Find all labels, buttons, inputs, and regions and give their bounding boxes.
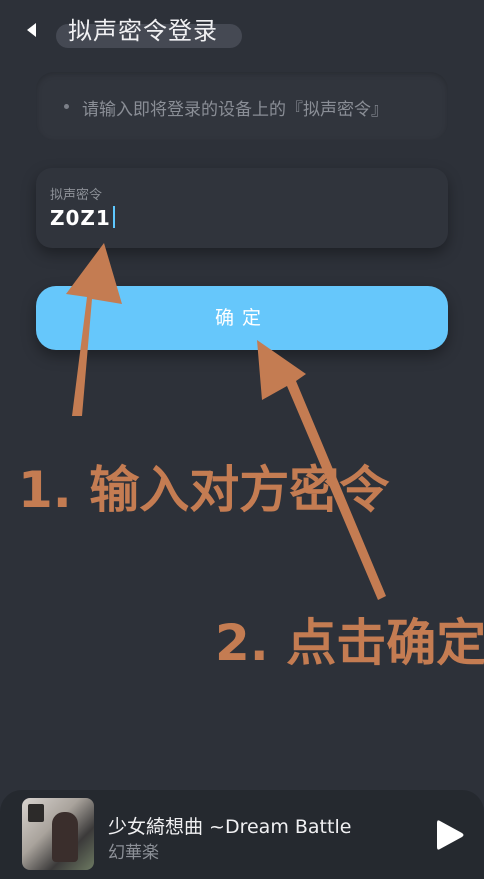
album-badge <box>28 804 44 822</box>
hint-card: 请输入即将登录的设备上的『拟声密令』 <box>36 72 448 140</box>
passcode-value: Z0Z1 <box>50 206 111 230</box>
text-caret <box>112 206 115 228</box>
passcode-input[interactable]: Z0Z1 <box>50 206 115 230</box>
confirm-button[interactable]: 确定 <box>36 286 448 350</box>
song-title: 少女綺想曲 ~Dream Battle <box>108 816 352 838</box>
album-art[interactable] <box>22 798 94 870</box>
annotation-step2: 2. 点击确定 <box>215 614 484 672</box>
chevron-left-icon[interactable] <box>22 18 42 42</box>
now-playing-bar[interactable]: 少女綺想曲 ~Dream Battle 幻華楽 <box>0 790 484 879</box>
passcode-label: 拟声密令 <box>50 188 103 203</box>
album-figure <box>52 812 78 862</box>
header-bar: 拟声密令登录 <box>0 0 484 60</box>
passcode-field[interactable]: 拟声密令 Z0Z1 <box>36 168 448 248</box>
page-title: 拟声密令登录 <box>68 17 218 45</box>
play-icon[interactable] <box>432 816 468 854</box>
annotation-step1: 1. 输入对方密令 <box>18 461 390 519</box>
hint-text: 请输入即将登录的设备上的『拟声密令』 <box>82 100 388 120</box>
song-artist: 幻華楽 <box>108 843 159 863</box>
bullet-icon <box>64 104 69 109</box>
